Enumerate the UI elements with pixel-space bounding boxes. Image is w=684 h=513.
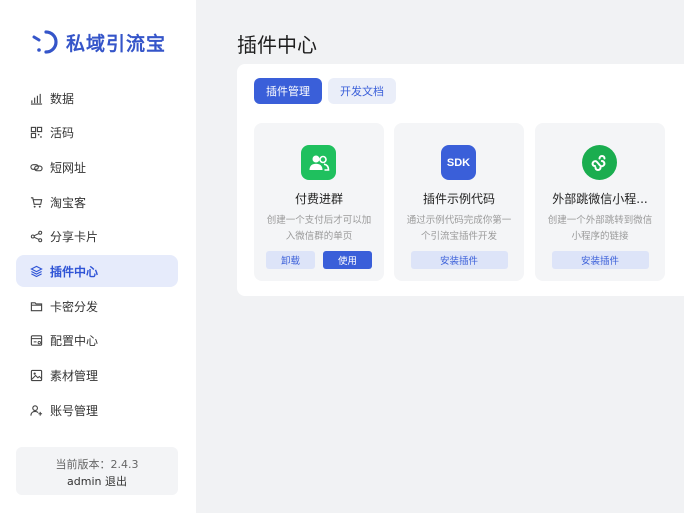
sidebar-item-materials[interactable]: 素材管理: [16, 360, 178, 392]
sdk-icon: SDK: [441, 145, 476, 180]
plugin-description: 创建一个支付后才可以加入微信群的单页: [266, 215, 372, 242]
plugin-title: 插件示例代码: [422, 192, 495, 206]
brand-logo[interactable]: 私域引流宝: [30, 28, 166, 56]
plugin-actions: 安装插件: [547, 251, 653, 269]
image-icon: [29, 369, 43, 383]
uninstall-button[interactable]: 卸载: [266, 251, 315, 269]
install-plugin-button[interactable]: 安装插件: [410, 251, 508, 269]
use-button[interactable]: 使用: [323, 251, 372, 269]
sidebar-item-label: 短网址: [50, 160, 87, 175]
bar-chart-icon: [29, 91, 43, 105]
mini-program-icon: [582, 145, 617, 180]
logo-mark-icon: [32, 30, 58, 54]
username: admin: [67, 475, 102, 488]
sidebar-item-share-card[interactable]: 分享卡片: [16, 221, 178, 253]
sidebar-item-config-center[interactable]: 配置中心: [16, 325, 178, 357]
tab-plugin-management[interactable]: 插件管理: [254, 78, 322, 104]
share-icon: [29, 230, 43, 244]
sidebar-item-label: 分享卡片: [50, 230, 99, 245]
version-label: 当前版本：2.4.3: [55, 458, 139, 471]
plugin-panel: 插件管理 开发文档 付费进群 创建一个支付后才可以加入微信群的单页 卸载 使用 …: [237, 64, 684, 296]
sidebar-item-label: 素材管理: [50, 369, 99, 383]
layers-icon: [29, 264, 43, 278]
logout-link[interactable]: 退出: [105, 475, 127, 488]
sidebar-item-plugin-center[interactable]: 插件中心: [16, 255, 178, 288]
sidebar-item-livecode[interactable]: 活码: [16, 117, 178, 149]
install-plugin-button[interactable]: 安装插件: [551, 251, 649, 269]
folder-icon: [29, 299, 43, 313]
sidebar-item-shorturl[interactable]: 短网址: [16, 151, 178, 183]
sdk-icon-text: SDK: [446, 156, 471, 169]
settings-card-icon: [29, 334, 43, 348]
sidebar-item-label: 淘宝客: [50, 195, 87, 210]
sidebar-item-label: 数据: [50, 91, 75, 106]
sidebar-item-label: 账号管理: [50, 403, 99, 418]
tab-dev-docs[interactable]: 开发文档: [328, 78, 396, 104]
plugin-title: 付费进群: [294, 192, 343, 206]
sidebar-item-taobaoke[interactable]: 淘宝客: [16, 186, 178, 218]
cart-icon: [29, 195, 43, 209]
user-add-icon: [29, 403, 43, 417]
version-panel: 当前版本：2.4.3 admin 退出: [16, 447, 178, 495]
plugin-card-mini-program[interactable]: 外部跳微信小程... 创建一个外部跳转到微信小程序的链接 安装插件: [535, 123, 665, 281]
qrcode-icon: [29, 126, 43, 140]
brand-name: 私域引流宝: [66, 32, 167, 55]
group-users-icon: [301, 145, 336, 180]
sidebar-item-label: 插件中心: [50, 264, 99, 279]
sidebar-item-label: 配置中心: [50, 334, 99, 349]
plugin-description: 创建一个外部跳转到微信小程序的链接: [547, 215, 653, 242]
sidebar: 私域引流宝 数据 活码 短网址 淘宝客 分享卡片 插件中心 卡密分发 配置中心 …: [0, 0, 196, 513]
plugin-card-paid-group[interactable]: 付费进群 创建一个支付后才可以加入微信群的单页 卸载 使用: [254, 123, 384, 281]
sidebar-item-label: 活码: [50, 126, 75, 141]
link-icon: [29, 160, 43, 174]
page-title: 插件中心: [237, 33, 317, 57]
user-row: admin 退出: [16, 473, 178, 490]
sidebar-nav: 数据 活码 短网址 淘宝客 分享卡片 插件中心 卡密分发 配置中心 素材管理 账…: [16, 82, 178, 429]
tab-bar: 插件管理 开发文档: [254, 78, 402, 104]
plugin-actions: 安装插件: [406, 251, 512, 269]
plugin-card-sample-code[interactable]: SDK 插件示例代码 通过示例代码完成你第一个引流宝插件开发 安装插件: [394, 123, 524, 281]
plugin-actions: 卸载 使用: [266, 251, 372, 269]
sidebar-item-data[interactable]: 数据: [16, 82, 178, 114]
sidebar-item-card-secret[interactable]: 卡密分发: [16, 290, 178, 322]
plugin-title: 外部跳微信小程...: [552, 192, 648, 206]
sidebar-item-accounts[interactable]: 账号管理: [16, 394, 178, 426]
plugin-description: 通过示例代码完成你第一个引流宝插件开发: [406, 215, 512, 242]
sidebar-item-label: 卡密分发: [50, 299, 99, 314]
